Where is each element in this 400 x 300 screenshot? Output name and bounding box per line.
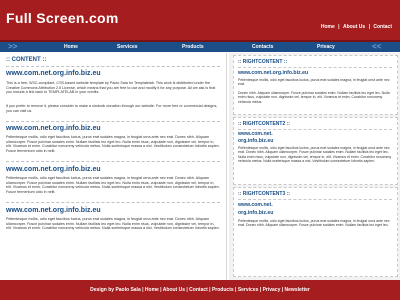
sidebar-heading[interactable]: org.info.biz.eu	[238, 138, 273, 144]
content-paragraph: Pellentesque mollis, odio eget faucibus …	[6, 135, 220, 153]
content-paragraph: Pellentesque mollis, odio eget faucibus …	[6, 217, 220, 231]
content-paragraph: This is a free, W3C-compliant, CSS-based…	[6, 81, 216, 95]
sidebar-paragraph: Pellentesque mollis, odio eget faucibus …	[238, 146, 392, 164]
sidebar-box-title: :: RIGHTCONTENT3 ::	[238, 191, 290, 197]
divider	[6, 202, 220, 203]
nav-item-contacts[interactable]: Contacts	[252, 44, 273, 50]
toplink-separator: |	[368, 24, 370, 30]
right-sidebar: :: RIGHTCONTENT :: www.com.net.org.info.…	[229, 53, 400, 280]
nav-item-privacy[interactable]: Privacy	[317, 44, 335, 50]
divider	[238, 129, 392, 130]
footer-links[interactable]: Design by Paolo Sala | Home | About Us |…	[0, 287, 400, 293]
sidebar-box: :: RIGHTCONTENT :: www.com.net.org.info.…	[233, 55, 398, 115]
content-heading[interactable]: www.com.net.org.info.biz.eu	[6, 125, 101, 132]
toplink-home[interactable]: Home	[321, 24, 335, 30]
divider	[6, 66, 220, 67]
top-links: Home | About Us | Contact	[319, 24, 392, 30]
divider	[6, 161, 220, 162]
main-content: :: CONTENT :: www.com.net.org.info.biz.e…	[0, 53, 227, 280]
site-footer: Design by Paolo Sala | Home | About Us |…	[0, 280, 400, 300]
sidebar-box-title: :: RIGHTCONTENT ::	[238, 59, 288, 65]
nav-item-products[interactable]: Products	[182, 44, 204, 50]
sidebar-box: :: RIGHTCONTENT3 :: www.com.net. org.inf…	[233, 187, 398, 277]
toplink-contact[interactable]: Contact	[373, 24, 392, 30]
main-nav: >> Home Services Products Contacts Priva…	[0, 42, 400, 52]
nav-item-home[interactable]: Home	[64, 44, 78, 50]
content-paragraph: Pellentesque mollis, odio eget faucibus …	[6, 176, 220, 194]
sidebar-paragraph: Pellentesque mollis, odio eget faucibus …	[238, 78, 390, 87]
divider	[238, 67, 392, 68]
sidebar-box-title: :: RIGHTCONTENT2 ::	[238, 121, 290, 127]
content-heading[interactable]: www.com.net.org.info.biz.eu	[6, 70, 101, 77]
nav-left-arrow-icon: >>	[8, 42, 18, 51]
toplink-about-us[interactable]: About Us	[343, 24, 365, 30]
sidebar-paragraph: Pellentesque mollis, odio eget faucibus …	[238, 219, 390, 228]
sidebar-box: :: RIGHTCONTENT2 :: www.com.net. org.inf…	[233, 117, 398, 185]
site-logo[interactable]: Full Screen.com	[6, 10, 119, 26]
sidebar-heading[interactable]: www.com.net.org.info.biz.eu	[238, 70, 308, 76]
toplink-separator: |	[338, 24, 340, 30]
sidebar-heading[interactable]: www.com.net.	[238, 202, 273, 208]
content-heading[interactable]: www.com.net.org.info.biz.eu	[6, 207, 101, 214]
content-heading[interactable]: www.com.net.org.info.biz.eu	[6, 166, 101, 173]
divider	[6, 121, 220, 122]
nav-item-services[interactable]: Services	[117, 44, 138, 50]
divider	[238, 199, 392, 200]
nav-right-arrow-icon: <<	[372, 42, 382, 51]
content-title: :: CONTENT ::	[6, 57, 47, 63]
sidebar-paragraph: Donec nibh. Aliquam ullamcorper. Fusce p…	[238, 91, 390, 104]
site-header: Full Screen.com Home | About Us | Contac…	[0, 0, 400, 40]
sidebar-heading[interactable]: org.info.biz.eu	[238, 210, 273, 216]
content-paragraph: If you prefer to remove it, please consi…	[6, 104, 218, 113]
sidebar-heading[interactable]: www.com.net.	[238, 131, 273, 137]
